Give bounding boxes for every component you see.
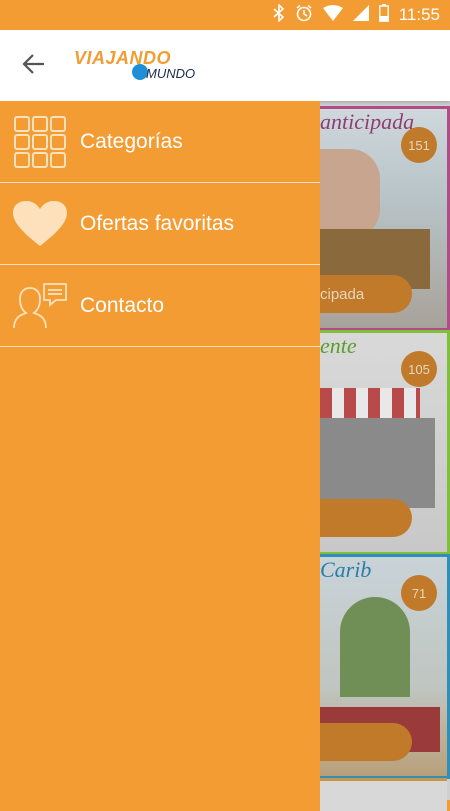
palm-image xyxy=(340,597,410,697)
status-icons: 11:55 xyxy=(273,0,440,30)
offer-card-partial[interactable] xyxy=(320,778,447,811)
navigation-drawer: Categorías Ofertas favoritas Contacto xyxy=(0,101,320,800)
awning-image xyxy=(320,388,420,418)
app-bar: VIAJANDO MUNDO xyxy=(0,30,450,101)
drawer-item-categorias[interactable]: Categorías xyxy=(0,101,320,183)
app-logo: VIAJANDO MUNDO xyxy=(74,48,204,88)
status-time: 11:55 xyxy=(398,5,440,24)
offer-label: cipada xyxy=(320,275,412,313)
drawer-item-label: Contacto xyxy=(80,293,165,317)
alarm-icon xyxy=(295,4,313,26)
offers-list: anticipada 151 cipada ente 105 Carib 71 xyxy=(320,101,450,811)
contact-icon xyxy=(0,265,80,346)
back-button[interactable] xyxy=(18,52,50,80)
drawer-item-label: Categorías xyxy=(80,129,183,153)
offer-count-badge: 151 xyxy=(401,127,437,163)
offer-count-badge: 105 xyxy=(401,351,437,387)
card-title: ente xyxy=(320,333,357,358)
status-bar: 11:55 xyxy=(0,0,450,30)
heart-icon xyxy=(0,183,80,264)
offer-card[interactable]: anticipada 151 cipada xyxy=(320,106,450,331)
suitcase-image xyxy=(320,418,435,508)
offer-count-badge: 71 xyxy=(401,575,437,611)
bluetooth-icon xyxy=(273,3,285,26)
offer-label xyxy=(320,723,412,761)
card-title: anticipada xyxy=(320,109,415,134)
drawer-item-contacto[interactable]: Contacto xyxy=(0,265,320,347)
signal-icon xyxy=(352,5,369,25)
drawer-item-ofertas-favoritas[interactable]: Ofertas favoritas xyxy=(0,183,320,265)
logo-word-mundo: MUNDO xyxy=(146,66,196,81)
battery-icon xyxy=(378,4,389,26)
drawer-item-label: Ofertas favoritas xyxy=(80,211,235,235)
offer-label xyxy=(320,499,412,537)
grid-icon xyxy=(0,101,80,182)
offer-card[interactable]: ente 105 xyxy=(320,330,450,555)
arrow-back-icon xyxy=(22,53,46,79)
card-title: Carib xyxy=(320,557,372,582)
offer-card[interactable]: Carib 71 xyxy=(320,554,450,779)
piggy-image xyxy=(320,149,380,239)
wifi-icon xyxy=(322,5,343,25)
